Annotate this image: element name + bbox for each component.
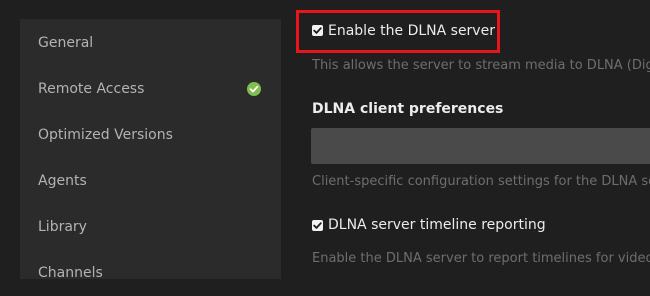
checkmark-icon	[313, 222, 322, 229]
settings-window: General Remote Access Optimized Versions…	[0, 0, 650, 281]
timeline-reporting-label[interactable]: DLNA server timeline reporting	[328, 217, 546, 233]
client-preferences-description: Client-specific configuration settings f…	[312, 174, 650, 189]
client-preferences-input[interactable]	[311, 128, 650, 164]
enable-dlna-description: This allows the server to stream media t…	[312, 58, 650, 73]
timeline-reporting-checkbox[interactable]	[312, 220, 323, 231]
content-clip: Enable the DLNA server This allows the s…	[0, 0, 650, 273]
highlight-annotation	[296, 10, 500, 53]
client-preferences-title: DLNA client preferences	[312, 101, 504, 117]
timeline-reporting-description: Enable the DLNA server to report timelin…	[312, 251, 650, 266]
